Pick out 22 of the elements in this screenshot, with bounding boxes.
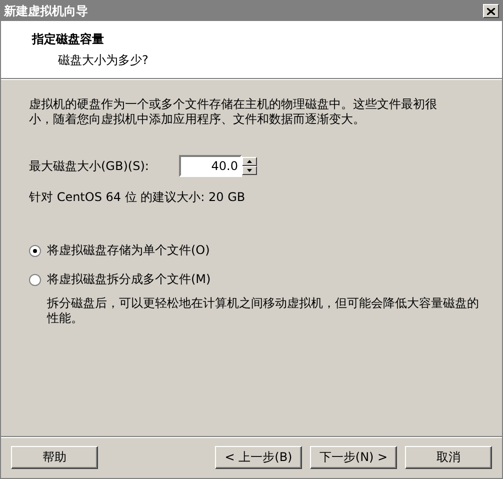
disk-size-field[interactable]: 40.0 xyxy=(179,155,242,177)
radio-button[interactable] xyxy=(29,274,41,286)
close-icon xyxy=(487,8,495,14)
up-arrow-icon xyxy=(247,160,252,163)
description-text: 虚拟机的硬盘作为一个或多个文件存储在主机的物理磁盘中。这些文件最初很小，随着您向虚拟机中添加应用程序、文件和数据而逐渐变大。 xyxy=(29,97,438,127)
option-label[interactable]: 将虚拟磁盘存储为单个文件(O) xyxy=(47,242,210,259)
close-button[interactable] xyxy=(483,4,499,18)
radio-button[interactable] xyxy=(29,244,41,256)
page-subtitle: 磁盘大小为多少? xyxy=(57,52,150,69)
cancel-button[interactable]: 取消 xyxy=(405,446,492,469)
option-label[interactable]: 将虚拟磁盘拆分成多个文件(M) xyxy=(47,271,211,288)
window-title: 新建虚拟机向导 xyxy=(4,2,88,20)
decrement-button[interactable] xyxy=(242,166,257,175)
back-button[interactable]: < 上一步(B) xyxy=(215,446,302,469)
option-note: 拆分磁盘后，可以更轻松地在计算机之间移动虚拟机，但可能会降低大容量磁盘的性能。 xyxy=(47,296,479,326)
disk-size-label: 最大磁盘大小(GB)(S): xyxy=(29,158,150,174)
page-title: 指定磁盘容量 xyxy=(32,31,105,48)
help-button[interactable]: 帮助 xyxy=(11,446,98,469)
down-arrow-icon xyxy=(247,169,252,172)
next-button[interactable]: 下一步(N) > xyxy=(310,446,397,469)
increment-button[interactable] xyxy=(242,157,257,166)
recommendation-text: 针对 CentOS 64 位 的建议大小: 20 GB xyxy=(29,189,246,206)
